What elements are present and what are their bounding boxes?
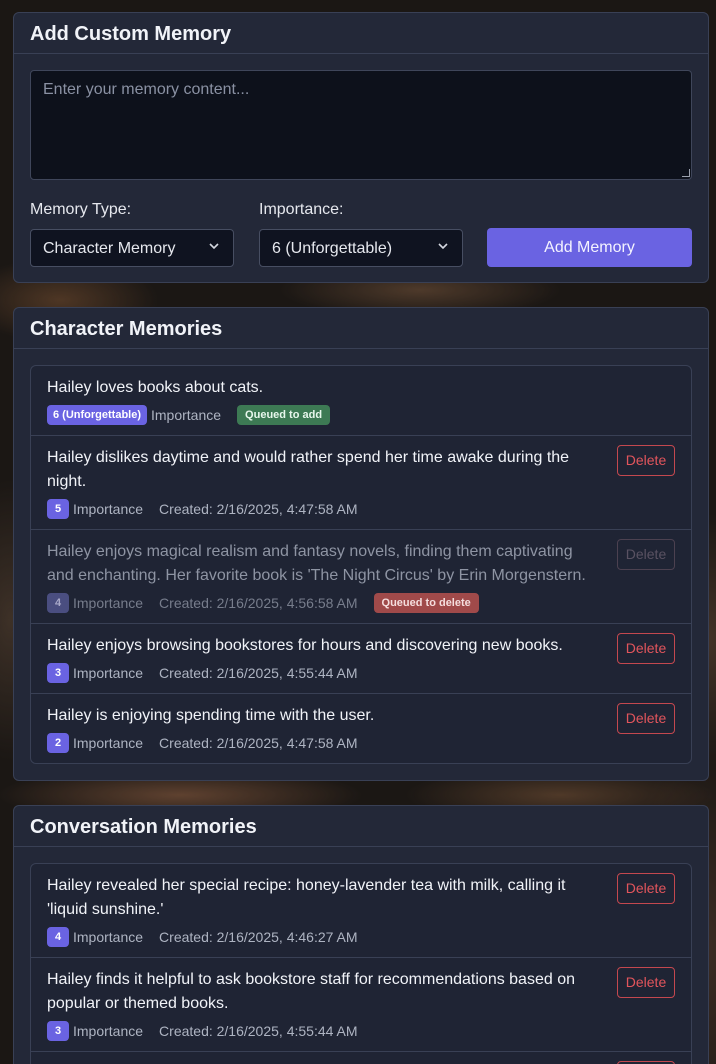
add-memory-title: Add Custom Memory	[14, 13, 708, 54]
conversation-memories-title: Conversation Memories	[14, 806, 708, 847]
importance-label: Importance	[73, 929, 144, 945]
importance-label: Importance	[73, 665, 144, 681]
created-timestamp: Created: 2/16/2025, 4:47:58 AM	[159, 501, 358, 517]
list-item: Hailey enjoys magical realism and fantas…	[31, 530, 691, 624]
created-timestamp: Created: 2/16/2025, 4:55:44 AM	[159, 665, 358, 681]
importance-badge: 4	[47, 927, 69, 947]
memory-text: Hailey loves books about cats.	[47, 379, 264, 396]
list-item: Hailey finds it helpful to ask bookstore…	[31, 958, 691, 1052]
delete-button[interactable]: Delete	[617, 873, 675, 904]
importance-label: Importance	[73, 1023, 144, 1039]
delete-button[interactable]: Delete	[617, 633, 675, 664]
add-memory-button[interactable]: Add Memory	[487, 228, 692, 267]
memory-text: Hailey is enjoying spending time with th…	[47, 707, 375, 724]
memory-text: Hailey revealed her special recipe: hone…	[47, 877, 566, 918]
character-memory-list: Hailey loves books about cats. 6 (Unforg…	[30, 365, 692, 764]
list-item: Hailey enjoys browsing bookstores for ho…	[31, 624, 691, 694]
importance-badge: 3	[47, 663, 69, 683]
memory-meta: 6 (Unforgettable) Importance Queued to a…	[47, 404, 675, 426]
memory-text: Hailey dislikes daytime and would rather…	[47, 449, 570, 490]
chevron-down-icon	[438, 243, 448, 250]
importance-value: 6 (Unforgettable)	[272, 240, 393, 257]
delete-button[interactable]: Delete	[617, 967, 675, 998]
memory-text: Hailey enjoys magical realism and fantas…	[47, 543, 586, 584]
resize-grip-icon[interactable]	[682, 169, 690, 177]
importance-label: Importance	[73, 735, 144, 751]
delete-button[interactable]: Delete	[617, 703, 675, 734]
memory-meta: 3 Importance Created: 2/16/2025, 4:55:44…	[47, 1020, 675, 1042]
importance-label: Importance	[73, 501, 144, 517]
created-timestamp: Created: 2/16/2025, 4:56:58 AM	[159, 595, 358, 611]
importance-badge: 2	[47, 733, 69, 753]
status-badge: Queued to delete	[373, 593, 479, 613]
importance-badge: 3	[47, 1021, 69, 1041]
memory-meta: 4 Importance Created: 2/16/2025, 4:46:27…	[47, 926, 675, 948]
list-item: Delete	[31, 1052, 691, 1064]
created-timestamp: Created: 2/16/2025, 4:47:58 AM	[159, 735, 358, 751]
memory-content-input[interactable]	[30, 70, 692, 180]
conversation-memory-list: Hailey revealed her special recipe: hone…	[30, 863, 692, 1064]
conversation-memories-panel: Conversation Memories Hailey revealed he…	[13, 805, 709, 1064]
memory-type-select[interactable]: Character Memory	[30, 229, 234, 267]
memory-text: Hailey enjoys browsing bookstores for ho…	[47, 637, 563, 654]
character-memories-panel: Character Memories Hailey loves books ab…	[13, 307, 709, 781]
importance-badge: 4	[47, 593, 69, 613]
importance-label: Importance:	[259, 201, 344, 218]
created-timestamp: Created: 2/16/2025, 4:46:27 AM	[159, 929, 358, 945]
memory-meta: 3 Importance Created: 2/16/2025, 4:55:44…	[47, 662, 675, 684]
list-item: Hailey revealed her special recipe: hone…	[31, 864, 691, 958]
add-memory-panel: Add Custom Memory Memory Type: Character…	[13, 12, 709, 283]
list-item: Hailey dislikes daytime and would rather…	[31, 436, 691, 530]
list-item: Hailey is enjoying spending time with th…	[31, 694, 691, 763]
memory-meta: 2 Importance Created: 2/16/2025, 4:47:58…	[47, 732, 675, 754]
status-badge: Queued to add	[237, 405, 331, 425]
importance-label: Importance	[73, 595, 144, 611]
created-timestamp: Created: 2/16/2025, 4:55:44 AM	[159, 1023, 358, 1039]
memory-meta: 4 Importance Created: 2/16/2025, 4:56:58…	[47, 592, 675, 614]
memory-text: Hailey finds it helpful to ask bookstore…	[47, 971, 575, 1012]
delete-button-disabled: Delete	[617, 539, 675, 570]
delete-button[interactable]: Delete	[617, 445, 675, 476]
chevron-down-icon	[209, 243, 219, 250]
importance-badge: 5	[47, 499, 69, 519]
memory-meta: 5 Importance Created: 2/16/2025, 4:47:58…	[47, 498, 675, 520]
memory-type-value: Character Memory	[43, 240, 176, 257]
importance-badge: 6 (Unforgettable)	[47, 405, 147, 425]
importance-select[interactable]: 6 (Unforgettable)	[259, 229, 463, 267]
character-memories-title: Character Memories	[14, 308, 708, 349]
memory-type-label: Memory Type:	[30, 201, 132, 218]
list-item: Hailey loves books about cats. 6 (Unforg…	[31, 366, 691, 436]
importance-label: Importance	[151, 407, 222, 423]
